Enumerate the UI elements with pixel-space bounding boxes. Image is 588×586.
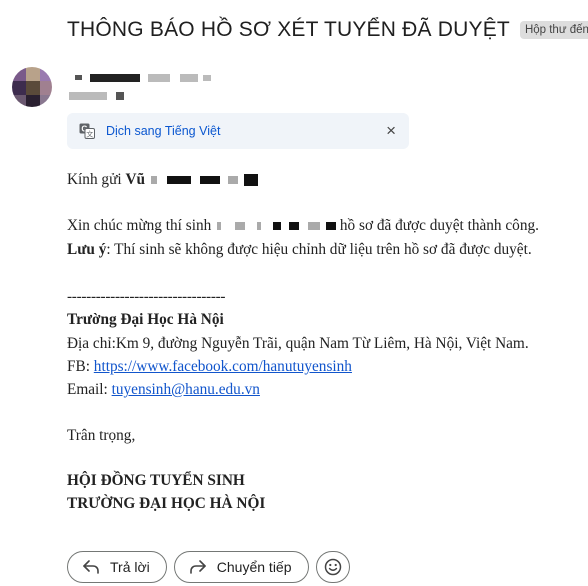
redaction [217,222,222,231]
redaction [256,222,261,231]
forward-button[interactable]: Chuyển tiếp [173,551,309,583]
redaction [308,222,321,231]
translate-bar: G 文 Dịch sang Tiếng Việt × [67,113,409,149]
org-name: Trường Đại Học Hà Nội [67,311,224,328]
email-subject: THÔNG BÁO HỒ SƠ XÉT TUYỂN ĐÃ DUYỆT [67,18,510,41]
redaction [234,222,245,231]
signature-line-2: TRƯỜNG ĐẠI HỌC HÀ NỘI [67,495,266,512]
sender-avatar[interactable] [12,67,52,107]
congrats-suffix: hồ sơ đã được duyệt thành công. [336,217,539,234]
redaction [228,176,239,185]
redaction [200,176,221,185]
smiley-icon [324,558,341,576]
subject-row: THÔNG BÁO HỒ SƠ XÉT TUYỂN ĐÃ DUYỆT Hộp t… [67,18,588,42]
svg-text:文: 文 [86,130,93,139]
inbox-label-text: Hộp thư đến [524,24,588,36]
redaction [289,222,300,231]
signature-line-1: HỘI ĐỒNG TUYỂN SINH [67,472,245,489]
note-text: : Thí sinh sẽ không được hiệu chỉnh dữ l… [106,241,532,258]
note-line: Lưu ý: Thí sinh sẽ không được hiệu chỉnh… [67,241,532,259]
forward-icon [189,560,206,574]
greeting-line: Kính gửi Vũ [67,171,259,189]
email-link[interactable]: tuyensinh@hanu.edu.vn [112,381,260,398]
forward-label: Chuyển tiếp [216,559,292,575]
email-line: Email: tuyensinh@hanu.edu.vn [67,381,260,399]
redaction [150,176,157,185]
recipient-name: Vũ [125,171,145,188]
close-translate-icon[interactable]: × [386,121,396,141]
congrats-prefix: Xin chúc mừng thí sinh [67,217,216,234]
translate-icon: G 文 [79,123,95,139]
reply-button[interactable]: Trả lời [67,551,167,583]
reply-icon [83,560,99,574]
congrats-line: Xin chúc mừng thí sinh hồ sơ đã được duy… [67,217,539,235]
reply-label: Trả lời [110,559,150,575]
closing-line: Trân trọng, [67,427,136,444]
facebook-line: FB: https://www.facebook.com/hanutuyensi… [67,358,352,376]
action-buttons: Trả lời Chuyển tiếp [67,551,350,583]
emoji-reaction-button[interactable] [315,551,350,583]
note-label: Lưu ý [67,241,107,258]
redaction [272,222,281,231]
translate-link[interactable]: Dịch sang Tiếng Việt [106,124,220,138]
org-address: Địa chỉ:Km 9, đường Nguyễn Trãi, quận Na… [67,335,529,352]
redaction [166,176,191,185]
email-label: Email: [67,381,112,398]
facebook-link[interactable]: https://www.facebook.com/hanutuyensinh [94,358,352,375]
facebook-label: FB: [67,358,94,375]
greeting-prefix: Kính gửi [67,171,126,188]
inbox-label-chip[interactable]: Hộp thư đến × [519,21,588,39]
redaction [244,174,259,187]
redaction [326,222,337,231]
signature-divider: --------------------------------- [67,288,226,305]
